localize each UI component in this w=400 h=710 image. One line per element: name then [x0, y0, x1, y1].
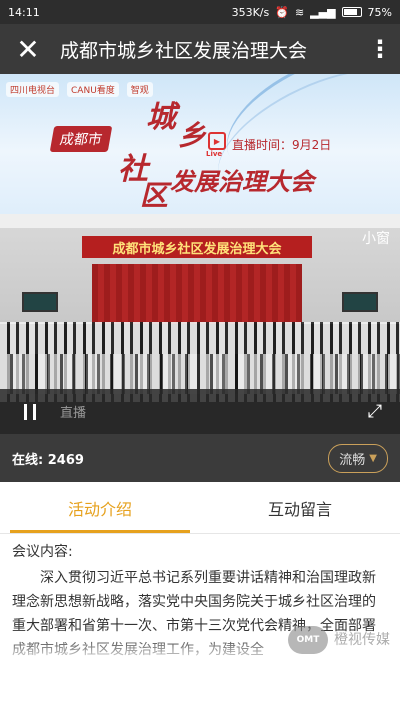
video-info-bar: 在线: 2469 流畅 ▼	[0, 434, 400, 482]
battery-percent: 75%	[367, 5, 392, 19]
stage-screen-left	[22, 292, 58, 312]
live-icon-label: Live	[206, 150, 223, 158]
status-speed: 353K/s	[231, 5, 270, 19]
fullscreen-icon[interactable]: ⤢	[350, 389, 400, 434]
video-controls: 直播 ⤢	[0, 389, 400, 434]
banner-main-title: 发展治理大会	[170, 167, 314, 196]
sponsor-logo: 四川电视台	[6, 82, 60, 97]
stage-banner: 成都市城乡社区发展治理大会	[82, 236, 312, 258]
chevron-down-icon: ▼	[369, 452, 377, 464]
mini-window-button[interactable]: 小窗	[362, 228, 390, 248]
live-label: 直播	[60, 406, 87, 421]
online-number: 2469	[47, 452, 84, 468]
live-time: 直播时间：9月2日	[232, 138, 332, 152]
watermark-logo: OMT	[288, 626, 328, 654]
tab-comments[interactable]: 互动留言	[200, 482, 400, 533]
alarm-icon: ⏰	[275, 5, 289, 19]
watermark-text: 橙视传媒	[334, 632, 390, 648]
sponsor-logo: CANU看度	[67, 82, 119, 97]
audience	[0, 354, 400, 394]
watermark: OMT 橙视传媒	[288, 626, 390, 654]
video-player[interactable]: 成都市城乡社区发展治理大会 小窗 直播 ⤢ 在线: 2469 流畅 ▼	[0, 214, 400, 482]
page-title: 成都市城乡社区发展治理大会	[60, 39, 308, 62]
status-bar: 14:11 353K/s ⏰ ≋ ▂▄▆ 75%	[0, 0, 400, 24]
signal-icon: ▂▄▆	[310, 5, 336, 19]
online-label: 在线:	[12, 452, 44, 468]
stage-screen-right	[342, 292, 378, 312]
online-count: 在线: 2469	[12, 449, 84, 468]
status-right: 353K/s ⏰ ≋ ▂▄▆ 75%	[232, 6, 392, 19]
close-icon[interactable]: ✕	[0, 24, 56, 74]
banner-char: 乡	[178, 119, 207, 152]
quality-label: 流畅	[339, 452, 366, 468]
activity-content: 会议内容: 深入贯彻习近平总书记系列重要讲话精神和治国理政新理念新思想新战略，落…	[0, 534, 400, 664]
title-bar: ✕ 成都市城乡社区发展治理大会 ⋮	[0, 24, 400, 74]
live-tv-icon: ▶	[208, 132, 226, 150]
wifi-icon: ≋	[294, 5, 305, 19]
quality-selector[interactable]: 流畅 ▼	[328, 443, 388, 473]
banner-char: 城	[146, 100, 176, 135]
tab-activity-intro[interactable]: 活动介绍	[0, 482, 200, 533]
status-time: 14:11	[8, 5, 40, 19]
pause-icon[interactable]	[0, 389, 60, 434]
banner-char: 区	[140, 179, 169, 212]
battery-icon	[341, 7, 362, 17]
more-menu-icon[interactable]: ⋮	[360, 24, 400, 74]
stage-curtain	[92, 264, 302, 324]
tab-bar: 活动介绍 互动留言	[0, 482, 400, 534]
event-banner: 四川电视台 CANU看度 智观 成都市 城 乡 社 区 ▶ Live 直播时间：…	[0, 74, 400, 214]
sponsor-logos: 四川电视台 CANU看度 智观	[6, 82, 153, 97]
video-frame-ceiling	[0, 214, 400, 228]
banner-city-tag: 成都市	[49, 126, 113, 152]
content-heading: 会议内容:	[12, 544, 73, 560]
